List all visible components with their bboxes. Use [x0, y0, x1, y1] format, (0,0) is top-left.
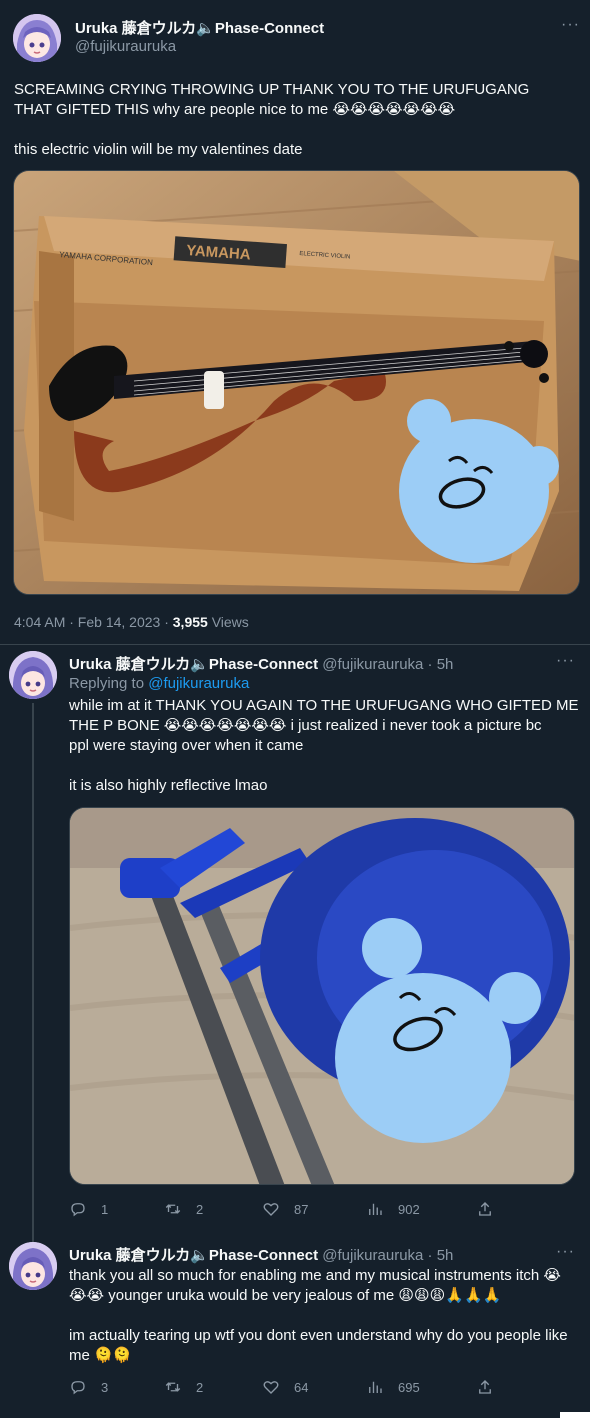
- tweet-text: while im at it THANK YOU AGAIN TO THE UR…: [69, 697, 579, 794]
- more-options-button[interactable]: ···: [556, 652, 575, 670]
- display-name[interactable]: Uruka 藤倉ウルカ🔈Phase-Connect: [69, 656, 318, 673]
- reply-tweet-2[interactable]: Uruka 藤倉ウルカ🔈Phase-Connect @fujikurauruka…: [0, 1236, 590, 1418]
- tweet-image-violin[interactable]: YAMAHA CORPORATION YAMAHA ELECTRIC VIOLI…: [13, 170, 580, 595]
- retweet-icon: [165, 1382, 181, 1392]
- retweet-icon: [165, 1204, 181, 1214]
- replying-to: Replying to @fujikurauruka: [69, 675, 250, 692]
- tweet-image-trombone[interactable]: [69, 807, 575, 1185]
- display-name[interactable]: Uruka 藤倉ウルカ🔈Phase-Connect: [69, 1247, 318, 1264]
- avatar[interactable]: [9, 651, 57, 699]
- like-button[interactable]: 87: [262, 1200, 308, 1218]
- handle-time[interactable]: @fujikurauruka · 5h: [322, 656, 453, 673]
- reply-tweet-1[interactable]: Uruka 藤倉ウルカ🔈Phase-Connect @fujikurauruka…: [0, 645, 590, 1243]
- main-tweet: Uruka 藤倉ウルカ🔈Phase-Connect @fujikurauruka…: [0, 0, 590, 645]
- reply-icon: [71, 1203, 85, 1217]
- share-icon: [479, 1202, 491, 1216]
- share-button[interactable]: [476, 1378, 508, 1396]
- reply-button[interactable]: 3: [69, 1378, 108, 1396]
- like-button[interactable]: 64: [262, 1378, 308, 1396]
- handle-time[interactable]: @fujikurauruka · 5h: [322, 1247, 453, 1264]
- display-name[interactable]: Uruka 藤倉ウルカ🔈Phase-Connect: [75, 17, 324, 38]
- replying-to-link[interactable]: @fujikurauruka: [148, 675, 249, 692]
- analytics-icon: [369, 1203, 382, 1215]
- more-options-button[interactable]: ···: [556, 1243, 575, 1261]
- handle[interactable]: @fujikurauruka: [75, 38, 176, 55]
- tweet-text: SCREAMING CRYING THROWING UP THANK YOU T…: [14, 81, 530, 158]
- retweet-button[interactable]: 2: [164, 1378, 203, 1396]
- tweet-timestamp[interactable]: 4:04 AM · Feb 14, 2023 · 3,955 Views: [14, 614, 249, 630]
- avatar[interactable]: [13, 14, 61, 62]
- share-button[interactable]: [476, 1200, 508, 1218]
- thread-line: [32, 703, 34, 1243]
- retweet-button[interactable]: 2: [164, 1200, 203, 1218]
- heart-icon: [263, 1203, 279, 1216]
- reply-icon: [71, 1381, 85, 1395]
- analytics-icon: [369, 1381, 382, 1393]
- tweet-text: thank you all so much for enabling me an…: [69, 1267, 568, 1364]
- share-icon: [479, 1380, 491, 1394]
- heart-icon: [263, 1381, 279, 1394]
- avatar[interactable]: [9, 1242, 57, 1290]
- views-button[interactable]: 695: [366, 1378, 420, 1396]
- corner-artifact: [560, 1412, 590, 1418]
- more-options-button[interactable]: ···: [561, 16, 580, 34]
- views-button[interactable]: 902: [366, 1200, 420, 1218]
- reply-button[interactable]: 1: [69, 1200, 108, 1218]
- views-count: 3,955: [172, 614, 208, 630]
